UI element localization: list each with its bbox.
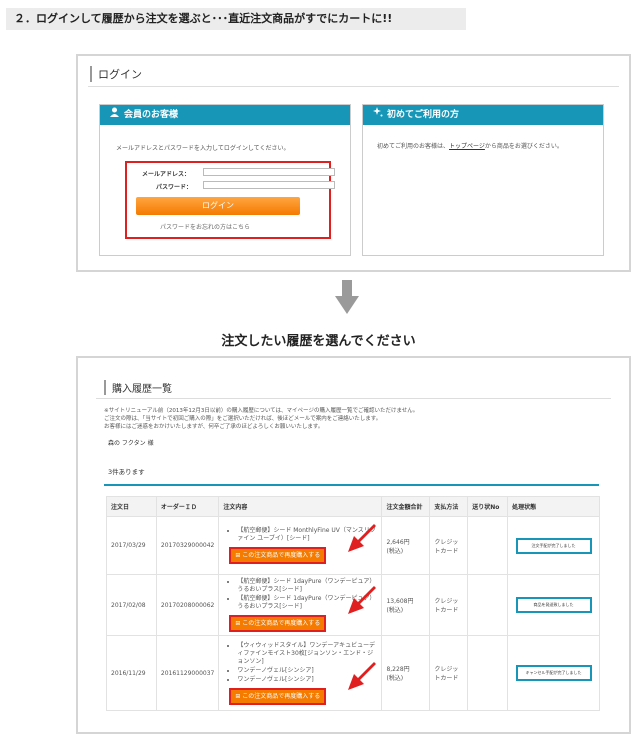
first-time-text-before: 初めてご利用のお客様は、 <box>377 143 450 150</box>
tracking-number <box>467 574 509 636</box>
column-header: 処理状態 <box>507 496 600 517</box>
first-time-box: 初めてご利用の方 初めてご利用のお客様は、トップページから商品をお選びください。 <box>362 104 604 256</box>
payment-method: クレジットカード <box>429 574 469 636</box>
user-icon <box>110 105 120 125</box>
accent-divider <box>104 484 599 486</box>
divider <box>96 398 611 399</box>
column-header: 注文金額合計 <box>381 496 431 517</box>
amount-tax: (税込) <box>386 607 404 614</box>
history-note-line: ※サイトリニューアル前（2013年12月3日以前）の購入履歴については、マイペー… <box>104 408 419 414</box>
step-title: ２．ログインして履歴から注文を選ぶと･･･直近注文商品がすでにカートに!! <box>6 8 466 30</box>
reorder-label: この注文商品で再度購入する <box>242 620 321 627</box>
payment-method: クレジットカード <box>429 635 469 711</box>
order-id: 20170329000042 <box>155 516 220 575</box>
column-header: 注文内容 <box>218 496 383 517</box>
status-cell: 商品を発送致しました <box>507 574 600 636</box>
instruction-heading: 注文したい履歴を選んでください <box>221 334 416 349</box>
first-time-text: 初めてご利用のお客様は、トップページから商品をお選びください。 <box>377 141 563 150</box>
password-label: パスワード： <box>156 184 193 191</box>
red-pointer-arrow-icon <box>348 662 376 690</box>
status-cell: 注文手配が完了しました <box>507 516 600 575</box>
order-count: 3件あります <box>108 468 145 476</box>
status-button[interactable]: 注文手配が完了しました <box>515 537 592 554</box>
amount-tax: (税込) <box>386 675 404 682</box>
order-date: 2017/03/29 <box>106 516 157 575</box>
table-header-row: 注文日 オーダーＩＤ 注文内容 注文金額合計 支払方法 送り状No 処理状態 <box>106 496 600 517</box>
amount-value: 13,608円 <box>386 598 414 605</box>
login-panel: ログイン 会員のお客様 メールアドレスとパスワードを入力してログインしてください… <box>76 54 631 272</box>
tracking-number <box>467 516 509 575</box>
order-amount: 13,608円 (税込) <box>381 574 431 636</box>
order-id: 20170208000062 <box>155 574 220 636</box>
column-header: 支払方法 <box>429 496 469 517</box>
member-instruction: メールアドレスとパスワードを入力してログインしてください。 <box>116 145 290 152</box>
history-note-line: ご注文の際は、「当サイトで初回ご購入の際」をご選択いただければ、後ほどメールで案… <box>104 416 382 422</box>
order-amount: 8,228円 (税込) <box>381 635 431 711</box>
login-button[interactable]: ログイン <box>136 197 300 215</box>
reorder-button[interactable]: ⊞ この注文商品で再度購入する <box>229 687 327 705</box>
tracking-number <box>467 635 509 711</box>
divider <box>88 86 619 87</box>
history-panel: 購入履歴一覧 ※サイトリニューアル前（2013年12月3日以前）の購入履歴につい… <box>76 356 631 734</box>
reorder-label: この注文商品で再度購入する <box>242 692 321 700</box>
status-button[interactable]: 商品を発送致しました <box>515 597 592 613</box>
order-amount: 2,646円 (税込) <box>381 516 431 575</box>
order-date: 2016/11/29 <box>106 635 157 711</box>
history-title: 購入履歴一覧 <box>104 380 172 395</box>
history-note-line: お客様にはご迷惑をおかけいたしますが、何卒ご了承のほどよろしくお願いいたします。 <box>104 424 324 430</box>
member-login-box: 会員のお客様 メールアドレスとパスワードを入力してログインしてください。 メール… <box>99 104 351 256</box>
email-label: メールアドレス： <box>142 171 191 178</box>
red-pointer-arrow-icon <box>348 524 376 552</box>
red-pointer-arrow-icon <box>348 586 376 614</box>
amount-value: 8,228円 <box>386 666 410 673</box>
order-id: 20161129000037 <box>155 635 220 711</box>
amount-value: 2,646円 <box>386 538 410 546</box>
customer-name: 森の フクタン 様 <box>108 440 154 447</box>
column-header: 注文日 <box>106 496 157 517</box>
amount-tax: (税込) <box>386 547 404 555</box>
down-arrow-icon <box>335 280 359 314</box>
first-time-header-label: 初めてご利用の方 <box>387 110 460 120</box>
reorder-button[interactable]: ⊞ この注文商品で再度購入する <box>229 547 327 564</box>
password-field[interactable] <box>203 181 335 189</box>
member-header: 会員のお客様 <box>100 105 350 125</box>
first-time-text-after: から商品をお選びください。 <box>484 143 563 150</box>
sparkle-icon <box>373 105 383 125</box>
payment-method: クレジットカード <box>429 516 469 575</box>
column-header: 送り状No <box>467 496 509 517</box>
first-time-header: 初めてご利用の方 <box>363 105 603 125</box>
top-page-link[interactable]: トップページ <box>449 143 485 150</box>
email-field[interactable] <box>203 168 335 176</box>
status-cell: キャンセル手配が完了しました <box>507 635 600 711</box>
login-title: ログイン <box>90 66 142 82</box>
status-button[interactable]: キャンセル手配が完了しました <box>515 665 592 681</box>
column-header: オーダーＩＤ <box>155 496 220 517</box>
member-header-label: 会員のお客様 <box>124 110 179 120</box>
order-date: 2017/02/08 <box>106 574 157 636</box>
reorder-button[interactable]: ⊞ この注文商品で再度購入する <box>229 615 327 632</box>
reorder-label: この注文商品で再度購入する <box>242 552 321 559</box>
forgot-password-link[interactable]: パスワードをお忘れの方はこちら <box>160 222 250 231</box>
